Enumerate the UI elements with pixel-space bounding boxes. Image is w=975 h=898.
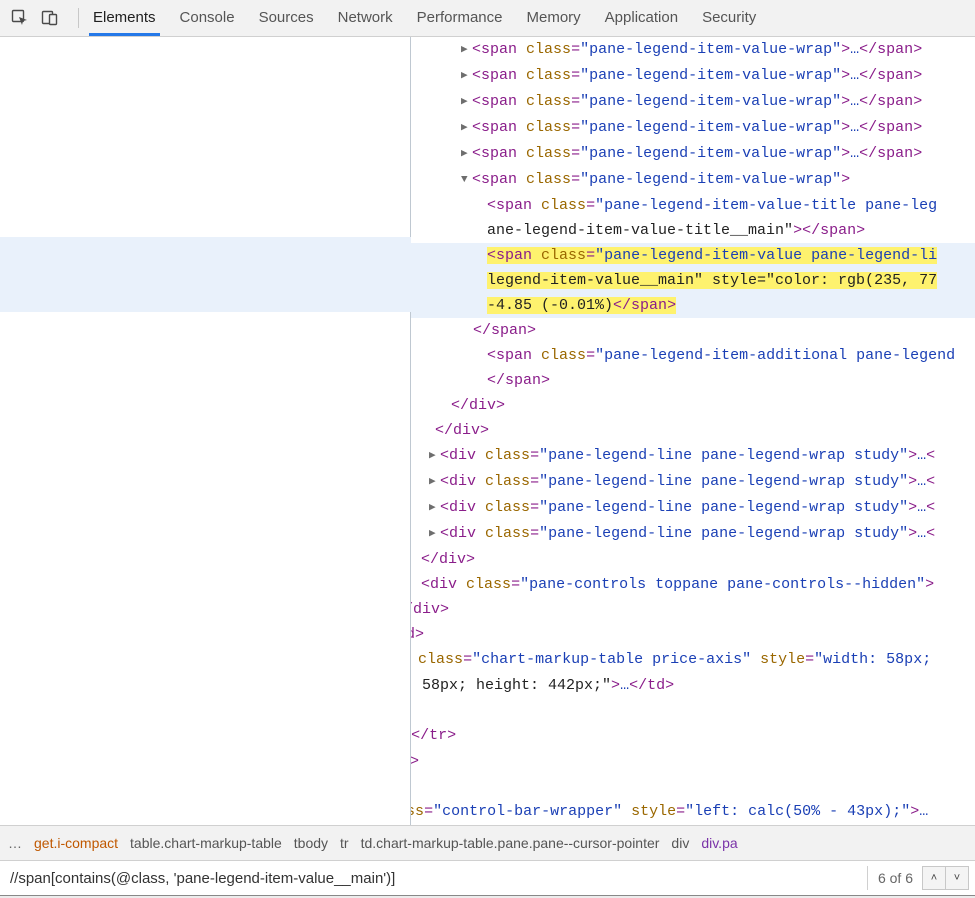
dom-node[interactable]: ▶<span class="pane-legend-item-value-wra… (411, 37, 975, 63)
toolbar-separator (78, 8, 79, 28)
tree-gutter (0, 37, 411, 825)
dom-node-selected[interactable]: legend-item-value__main" style="color: r… (411, 268, 975, 293)
devtools-toolbar: Elements Console Sources Network Perform… (0, 0, 975, 37)
dom-node[interactable]: <span class="pane-legend-item-value-titl… (411, 193, 975, 218)
breadcrumb-item[interactable]: div.pa (701, 835, 737, 851)
dom-node[interactable]: </span> (411, 318, 975, 343)
dom-node[interactable]: </div> (411, 597, 975, 622)
breadcrumb-item[interactable]: tbody (294, 835, 328, 851)
breadcrumb[interactable]: … get.i-compact table.chart-markup-table… (0, 825, 975, 860)
tab-performance[interactable]: Performance (417, 0, 503, 36)
dom-node[interactable]: ▶<td class="chart-markup-table price-axi… (411, 647, 975, 673)
dom-node[interactable]: </table> (411, 774, 975, 799)
breadcrumb-item[interactable]: div (671, 835, 689, 851)
search-prev-button[interactable]: ˄ (922, 866, 946, 890)
dom-node[interactable]: </tbody> (411, 749, 975, 774)
dom-node[interactable]: ▶<span class="pane-legend-item-value-wra… (411, 89, 975, 115)
dom-node[interactable]: ▶<span class="pane-legend-item-value-wra… (411, 63, 975, 89)
search-next-button[interactable]: ˅ (945, 866, 969, 890)
tab-security[interactable]: Security (702, 0, 756, 36)
dom-node[interactable]: ▶<tr>…</tr> (411, 723, 975, 749)
dom-node[interactable]: </tr> (411, 698, 975, 723)
chevron-up-icon: ˄ (931, 872, 937, 884)
dom-node[interactable]: ane-legend-item-value-title__main"></spa… (411, 218, 975, 243)
dom-node[interactable]: ▶<div class="pane-legend-line pane-legen… (411, 443, 975, 469)
dom-tree[interactable]: ▶<span class="pane-legend-item-value-wra… (411, 37, 975, 825)
breadcrumb-overflow[interactable]: … (8, 835, 22, 851)
breadcrumb-item[interactable]: get.i-compact (34, 835, 118, 851)
tab-console[interactable]: Console (180, 0, 235, 36)
dom-node[interactable]: ▶<span class="pane-legend-item-value-wra… (411, 141, 975, 167)
search-result-count: 6 of 6 (867, 866, 923, 890)
dom-node-selected[interactable]: <span class="pane-legend-item-value pane… (411, 243, 975, 268)
search-bar: 6 of 6 ˄ ˅ (0, 860, 975, 895)
devtools-tabs: Elements Console Sources Network Perform… (93, 0, 756, 36)
dom-node[interactable]: ▶<div class="pane-legend-line pane-legen… (411, 495, 975, 521)
chevron-down-icon: ˅ (954, 872, 960, 884)
inspect-element-icon[interactable] (8, 6, 32, 30)
device-toggle-icon[interactable] (38, 6, 62, 30)
tab-application[interactable]: Application (605, 0, 678, 36)
search-input[interactable] (0, 861, 867, 895)
dom-node-expanded[interactable]: ▼<span class="pane-legend-item-value-wra… (411, 167, 975, 193)
dom-node[interactable]: </span> (411, 368, 975, 393)
dom-node[interactable]: <span class="pane-legend-item-additional… (411, 343, 975, 368)
dom-node[interactable]: </div> (411, 393, 975, 418)
breadcrumb-item[interactable]: td.chart-markup-table.pane.pane--cursor-… (361, 835, 660, 851)
dom-node[interactable]: </div> (411, 418, 975, 443)
dom-node[interactable]: h: 58px; height: 442px;">…</td> (411, 673, 975, 698)
breadcrumb-item[interactable]: table.chart-markup-table (130, 835, 282, 851)
dom-node[interactable]: ▶<div class="pane-legend-line pane-legen… (411, 469, 975, 495)
dom-node[interactable]: </div> (411, 547, 975, 572)
tab-sources[interactable]: Sources (259, 0, 314, 36)
tab-memory[interactable]: Memory (527, 0, 581, 36)
tab-network[interactable]: Network (338, 0, 393, 36)
elements-panel: ▶<span class="pane-legend-item-value-wra… (0, 37, 975, 825)
dom-node[interactable]: </td> (411, 622, 975, 647)
dom-node-selected[interactable]: -4.85 (-0.01%)</span> (411, 293, 975, 318)
dom-node[interactable]: ▶<div class="control-bar-wrapper" style=… (411, 799, 975, 825)
breadcrumb-item[interactable]: tr (340, 835, 349, 851)
tab-elements[interactable]: Elements (93, 0, 156, 36)
dom-node[interactable]: ▶<span class="pane-legend-item-value-wra… (411, 115, 975, 141)
dom-node[interactable]: ▶<div class="pane-legend-line pane-legen… (411, 521, 975, 547)
dom-node[interactable]: <div class="pane-controls toppane pane-c… (411, 572, 975, 597)
